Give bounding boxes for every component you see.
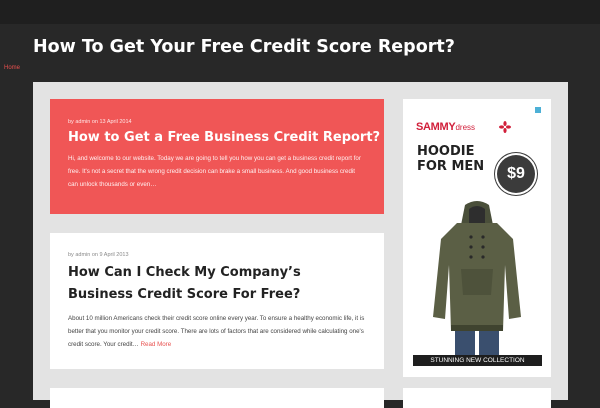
advertisement-banner[interactable]: SAMMYdress HOODIE FOR MEN $9 STUNNING NE…: [413, 107, 542, 366]
post-excerpt-text: About 10 million Americans check their c…: [68, 315, 365, 348]
sidebar-widget: SAMMYdress HOODIE FOR MEN $9 STUNNING NE…: [403, 99, 551, 377]
ad-headline-line2: FOR MEN: [417, 159, 485, 174]
ad-choices-icon[interactable]: [535, 107, 541, 113]
sidebar-widget-partial: [403, 388, 551, 408]
post-excerpt-text: Hi, and welcome to our website. Today we…: [68, 155, 361, 188]
content-area: by admin on 13 April 2014 How to Get a F…: [33, 82, 568, 408]
ad-brand-primary: SAMMY: [416, 121, 456, 133]
post-card-partial: [50, 388, 384, 408]
ad-headline-line1: HOODIE: [417, 144, 475, 159]
ad-headline: HOODIE FOR MEN: [417, 144, 484, 174]
flower-icon: [499, 121, 511, 133]
post-excerpt: Hi, and welcome to our website. Today we…: [68, 152, 366, 191]
featured-post-card: by admin on 13 April 2014 How to Get a F…: [50, 99, 384, 214]
ad-brand-logo: SAMMYdress: [416, 121, 475, 133]
ad-footer-text: STUNNING NEW COLLECTION: [413, 355, 542, 366]
site-title[interactable]: How To Get Your Free Credit Score Report…: [33, 36, 455, 58]
read-more-link[interactable]: Read More: [141, 341, 172, 348]
ad-price-badge: $9: [497, 155, 535, 193]
nav-home-link[interactable]: Home: [4, 65, 20, 71]
post-meta: by admin on 13 April 2014: [68, 119, 132, 125]
hoodie-product-image: [427, 199, 527, 355]
top-bar: [0, 0, 600, 24]
post-title-link[interactable]: How Can I Check My Company’s Business Cr…: [68, 262, 366, 306]
post-meta: by admin on 9 April 2013: [68, 252, 129, 258]
ad-brand-secondary: dress: [455, 123, 476, 132]
post-title-link[interactable]: How to Get a Free Business Credit Report…: [68, 129, 380, 147]
post-card: by admin on 9 April 2013 How Can I Check…: [50, 233, 384, 369]
post-excerpt: About 10 million Americans check their c…: [68, 312, 366, 351]
